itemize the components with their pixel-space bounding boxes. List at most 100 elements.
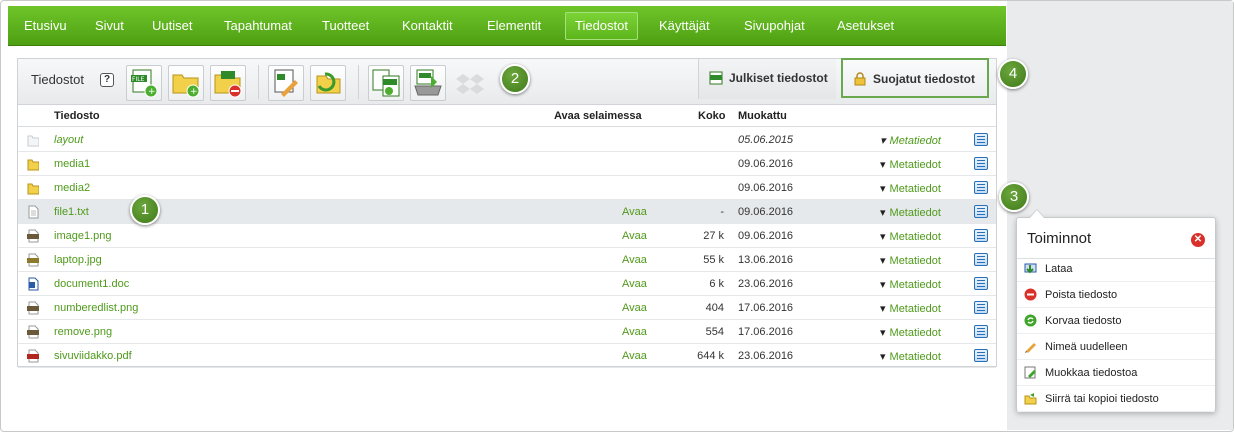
table-row[interactable]: document1.doc Avaa 6 k 23.06.2016 Metatiedot [18, 272, 996, 296]
metadata-dropdown[interactable]: Metatiedot [880, 326, 941, 339]
column-header-modified[interactable]: Muokattu [738, 110, 787, 122]
file-name-link[interactable]: layout [54, 134, 83, 146]
dropbox-button[interactable] [452, 65, 488, 101]
file-size: 27 k [703, 230, 724, 242]
metadata-dropdown[interactable]: Metatiedot [880, 350, 941, 363]
file-name-link[interactable]: numberedlist.png [54, 302, 138, 314]
doc-file-icon [28, 277, 39, 291]
open-in-browser-link[interactable]: Avaa [622, 230, 647, 242]
actions-menu-icon[interactable] [974, 301, 988, 314]
table-row[interactable]: file1.txt Avaa - 09.06.2016 Metatiedot [18, 200, 996, 224]
toolbar-separator [358, 65, 359, 99]
file-name-link[interactable]: remove.png [54, 326, 112, 338]
popup-item-label: Nimeä uudelleen [1045, 341, 1128, 353]
svg-text:FILE: FILE [132, 76, 145, 83]
nav-item-kayttajat[interactable]: Käyttäjät [659, 6, 710, 46]
file-name-link[interactable]: media1 [54, 158, 90, 170]
close-icon[interactable]: ✕ [1191, 233, 1205, 247]
table-row[interactable]: media1 09.06.2016 Metatiedot [18, 152, 996, 176]
metadata-dropdown[interactable]: Metatiedot [880, 302, 941, 315]
copy-file-button[interactable] [368, 65, 404, 101]
metadata-dropdown[interactable]: Metatiedot [880, 158, 941, 171]
table-row[interactable]: layout 05.06.2015 Metatiedot [18, 128, 996, 152]
actions-menu-icon[interactable] [974, 253, 988, 266]
metadata-dropdown[interactable]: Metatiedot [880, 254, 941, 267]
metadata-dropdown[interactable]: Metatiedot [880, 278, 941, 291]
popup-item-move[interactable]: Siirrä tai kopioi tiedosto [1017, 386, 1215, 412]
delete-file-button[interactable] [210, 65, 246, 101]
metadata-dropdown[interactable]: Metatiedot [880, 230, 941, 243]
tab-secure-label: Suojatut tiedostot [873, 72, 975, 86]
open-in-browser-link[interactable]: Avaa [622, 326, 647, 338]
open-in-browser-link[interactable]: Avaa [622, 302, 647, 314]
popup-item-replace[interactable]: Korvaa tiedosto [1017, 308, 1215, 334]
nav-item-asetukset[interactable]: Asetukset [837, 6, 894, 46]
actions-menu-icon[interactable] [974, 229, 988, 242]
actions-menu-icon[interactable] [974, 325, 988, 338]
open-in-browser-link[interactable]: Avaa [622, 206, 647, 218]
actions-menu-icon[interactable] [974, 349, 988, 362]
tab-public-label: Julkiset tiedostot [729, 71, 828, 85]
file-name-link[interactable]: image1.png [54, 230, 112, 242]
column-header-open: Avaa selaimessa [554, 110, 642, 122]
actions-menu-icon[interactable] [974, 157, 988, 170]
open-in-browser-link[interactable]: Avaa [622, 350, 647, 362]
table-row[interactable]: numberedlist.png Avaa 404 17.06.2016 Metatie… [18, 296, 996, 320]
file-name-link[interactable]: file1.txt [54, 206, 89, 218]
file-name-link[interactable]: media2 [54, 182, 90, 194]
modified-date: 23.06.2016 [738, 350, 794, 362]
actions-menu-icon[interactable] [974, 133, 988, 146]
move-copy-button[interactable] [310, 65, 346, 101]
modified-date: 09.06.2016 [738, 182, 794, 194]
actions-menu-icon[interactable] [974, 181, 988, 194]
open-in-browser-link[interactable]: Avaa [622, 254, 647, 266]
folder-icon [27, 135, 39, 147]
actions-menu-icon[interactable] [974, 205, 988, 218]
open-in-browser-link[interactable]: Avaa [622, 278, 647, 290]
jpg-file-icon [27, 253, 39, 267]
metadata-dropdown[interactable]: Metatiedot [880, 134, 941, 147]
metadata-dropdown[interactable]: Metatiedot [880, 182, 941, 195]
file-name-link[interactable]: document1.doc [54, 278, 129, 290]
popup-item-rename[interactable]: Nimeä uudelleen [1017, 334, 1215, 360]
metadata-dropdown[interactable]: Metatiedot [880, 206, 941, 219]
new-file-button[interactable]: FILE + [126, 65, 162, 101]
move-copy-icon [316, 72, 341, 94]
modified-date: 17.06.2016 [738, 302, 794, 314]
rename-button[interactable] [268, 65, 304, 101]
dropbox-icon [456, 74, 484, 94]
help-icon[interactable]: ? [100, 73, 114, 87]
table-row[interactable]: media2 09.06.2016 Metatiedot [18, 176, 996, 200]
nav-item-sivupohjat[interactable]: Sivupohjat [744, 6, 805, 46]
column-header-name[interactable]: Tiedosto [54, 110, 100, 122]
pdf-file-icon [27, 349, 39, 363]
popup-item-download[interactable]: Lataa [1017, 256, 1215, 282]
nav-item-kontaktit[interactable]: Kontaktit [402, 6, 453, 46]
nav-item-elementit[interactable]: Elementit [487, 6, 541, 46]
file-size: 644 k [697, 350, 724, 362]
actions-menu-icon[interactable] [974, 277, 988, 290]
column-header-size[interactable]: Koko [698, 110, 726, 122]
tab-secure-files[interactable]: Suojatut tiedostot [841, 58, 989, 98]
table-row[interactable]: laptop.jpg Avaa 55 k 13.06.2016 Metatiedot [18, 248, 996, 272]
download-icon [1024, 263, 1037, 274]
file-size: - [720, 206, 724, 218]
page-title: Tiedostot [31, 72, 84, 87]
file-name-link[interactable]: sivuviidakko.pdf [54, 350, 132, 362]
file-name-link[interactable]: laptop.jpg [54, 254, 102, 266]
nav-item-tapahtumat[interactable]: Tapahtumat [224, 6, 292, 46]
png-file-icon [27, 325, 39, 339]
nav-item-tuotteet[interactable]: Tuotteet [322, 6, 369, 46]
archive-button[interactable] [410, 65, 446, 101]
table-row[interactable]: sivuviidakko.pdf Avaa 644 k 23.06.2016 Metat… [18, 344, 996, 368]
table-row[interactable]: image1.png Avaa 27 k 09.06.2016 Metatiedot [18, 224, 996, 248]
nav-item-etusivu[interactable]: Etusivu [24, 6, 67, 46]
nav-item-uutiset[interactable]: Uutiset [152, 6, 192, 46]
table-row[interactable]: remove.png Avaa 554 17.06.2016 Metatiedot [18, 320, 996, 344]
popup-item-edit[interactable]: Muokkaa tiedostoa [1017, 360, 1215, 386]
new-folder-button[interactable]: + [168, 65, 204, 101]
nav-item-tiedostot[interactable]: Tiedostot [565, 12, 638, 40]
tab-public-files[interactable]: Julkiset tiedostot [698, 59, 836, 99]
nav-item-sivut[interactable]: Sivut [95, 6, 124, 46]
popup-item-delete[interactable]: Poista tiedosto [1017, 282, 1215, 308]
